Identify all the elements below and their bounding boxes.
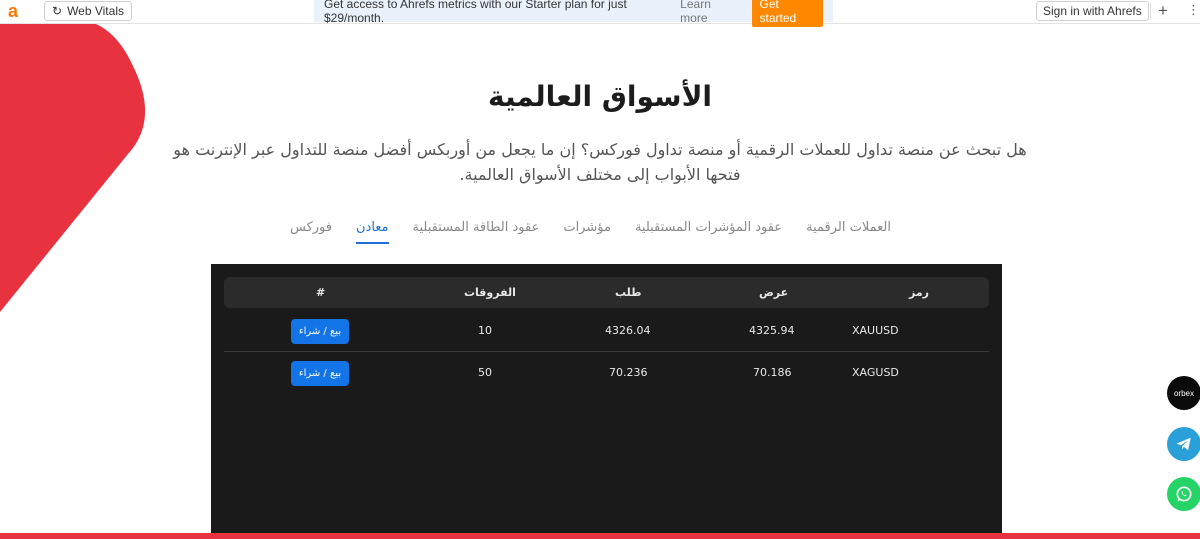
web-vitals-label: Web Vitals <box>67 4 124 18</box>
ahrefs-toolbar: a ↻ Web Vitals Get access to Ahrefs metr… <box>0 0 1200 27</box>
telegram-icon <box>1176 437 1191 451</box>
decorative-red-shape <box>0 24 146 312</box>
cell-bid: 70.186 <box>753 366 792 379</box>
header-ask: طلب <box>615 286 642 299</box>
web-vitals-button[interactable]: ↻ Web Vitals <box>44 1 132 21</box>
cell-symbol: XAGUSD <box>852 366 899 379</box>
tab-indices[interactable]: مؤشرات <box>563 216 611 244</box>
buy-sell-button[interactable]: بيع / شراء <box>291 361 349 386</box>
header-symbol: رمز <box>909 286 929 299</box>
table-header: رمز عرض طلب الفروقات # <box>224 277 989 308</box>
tab-crypto[interactable]: العملات الرقمية <box>806 216 891 244</box>
cell-ask: 4326.04 <box>605 324 651 337</box>
page-title: الأسواق العالمية <box>487 80 713 113</box>
cell-ask: 70.236 <box>609 366 648 379</box>
buy-sell-button[interactable]: بيع / شراء <box>291 319 349 344</box>
toolbar-divider <box>1150 3 1151 19</box>
get-started-button[interactable]: Get started <box>751 0 823 27</box>
plus-icon[interactable]: + <box>1158 0 1168 22</box>
header-action: # <box>316 286 326 299</box>
sign-in-button[interactable]: Sign in with Ahrefs <box>1036 1 1149 21</box>
tab-metals[interactable]: معادن <box>355 216 389 244</box>
learn-more-link[interactable]: Learn more <box>680 0 737 25</box>
orbex-logo: orbex <box>1173 388 1194 398</box>
whatsapp-icon <box>1176 486 1192 502</box>
reload-icon: ↻ <box>52 4 63 18</box>
table-row: XAUUSD 4325.94 4326.04 10 بيع / شراء <box>224 310 989 352</box>
tab-forex[interactable]: فوركس <box>290 216 332 244</box>
more-menu-icon[interactable]: ⋮ <box>1187 1 1200 21</box>
bottom-red-strip <box>0 533 1200 539</box>
header-bid: عرض <box>759 286 789 299</box>
market-tabs: فوركس معادن عقود الطاقة المستقبلية مؤشرا… <box>290 216 920 244</box>
tab-energy-futures[interactable]: عقود الطاقة المستقبلية <box>413 216 540 244</box>
cell-spread: 50 <box>478 366 492 379</box>
page-subtitle: هل تبحث عن منصة تداول للعملات الرقمية أو… <box>173 140 1027 184</box>
header-spread: الفروقات <box>464 286 516 299</box>
tab-index-futures[interactable]: عقود المؤشرات المستقبلية <box>635 216 782 244</box>
cell-bid: 4325.94 <box>749 324 795 337</box>
cell-spread: 10 <box>478 324 492 337</box>
table-row: XAGUSD 70.186 70.236 50 بيع / شراء <box>224 352 989 394</box>
whatsapp-button[interactable] <box>1167 477 1200 511</box>
prices-table: رمز عرض طلب الفروقات # XAUUSD 4325.94 43… <box>211 264 1002 539</box>
ahrefs-logo[interactable]: a <box>8 1 26 21</box>
promo-text: Get access to Ahrefs metrics with our St… <box>324 0 627 25</box>
promo-banner: Get access to Ahrefs metrics with our St… <box>314 0 833 27</box>
orbex-chat-button[interactable]: orbex <box>1167 376 1200 410</box>
cell-symbol: XAUUSD <box>852 324 899 337</box>
telegram-button[interactable] <box>1167 427 1200 461</box>
